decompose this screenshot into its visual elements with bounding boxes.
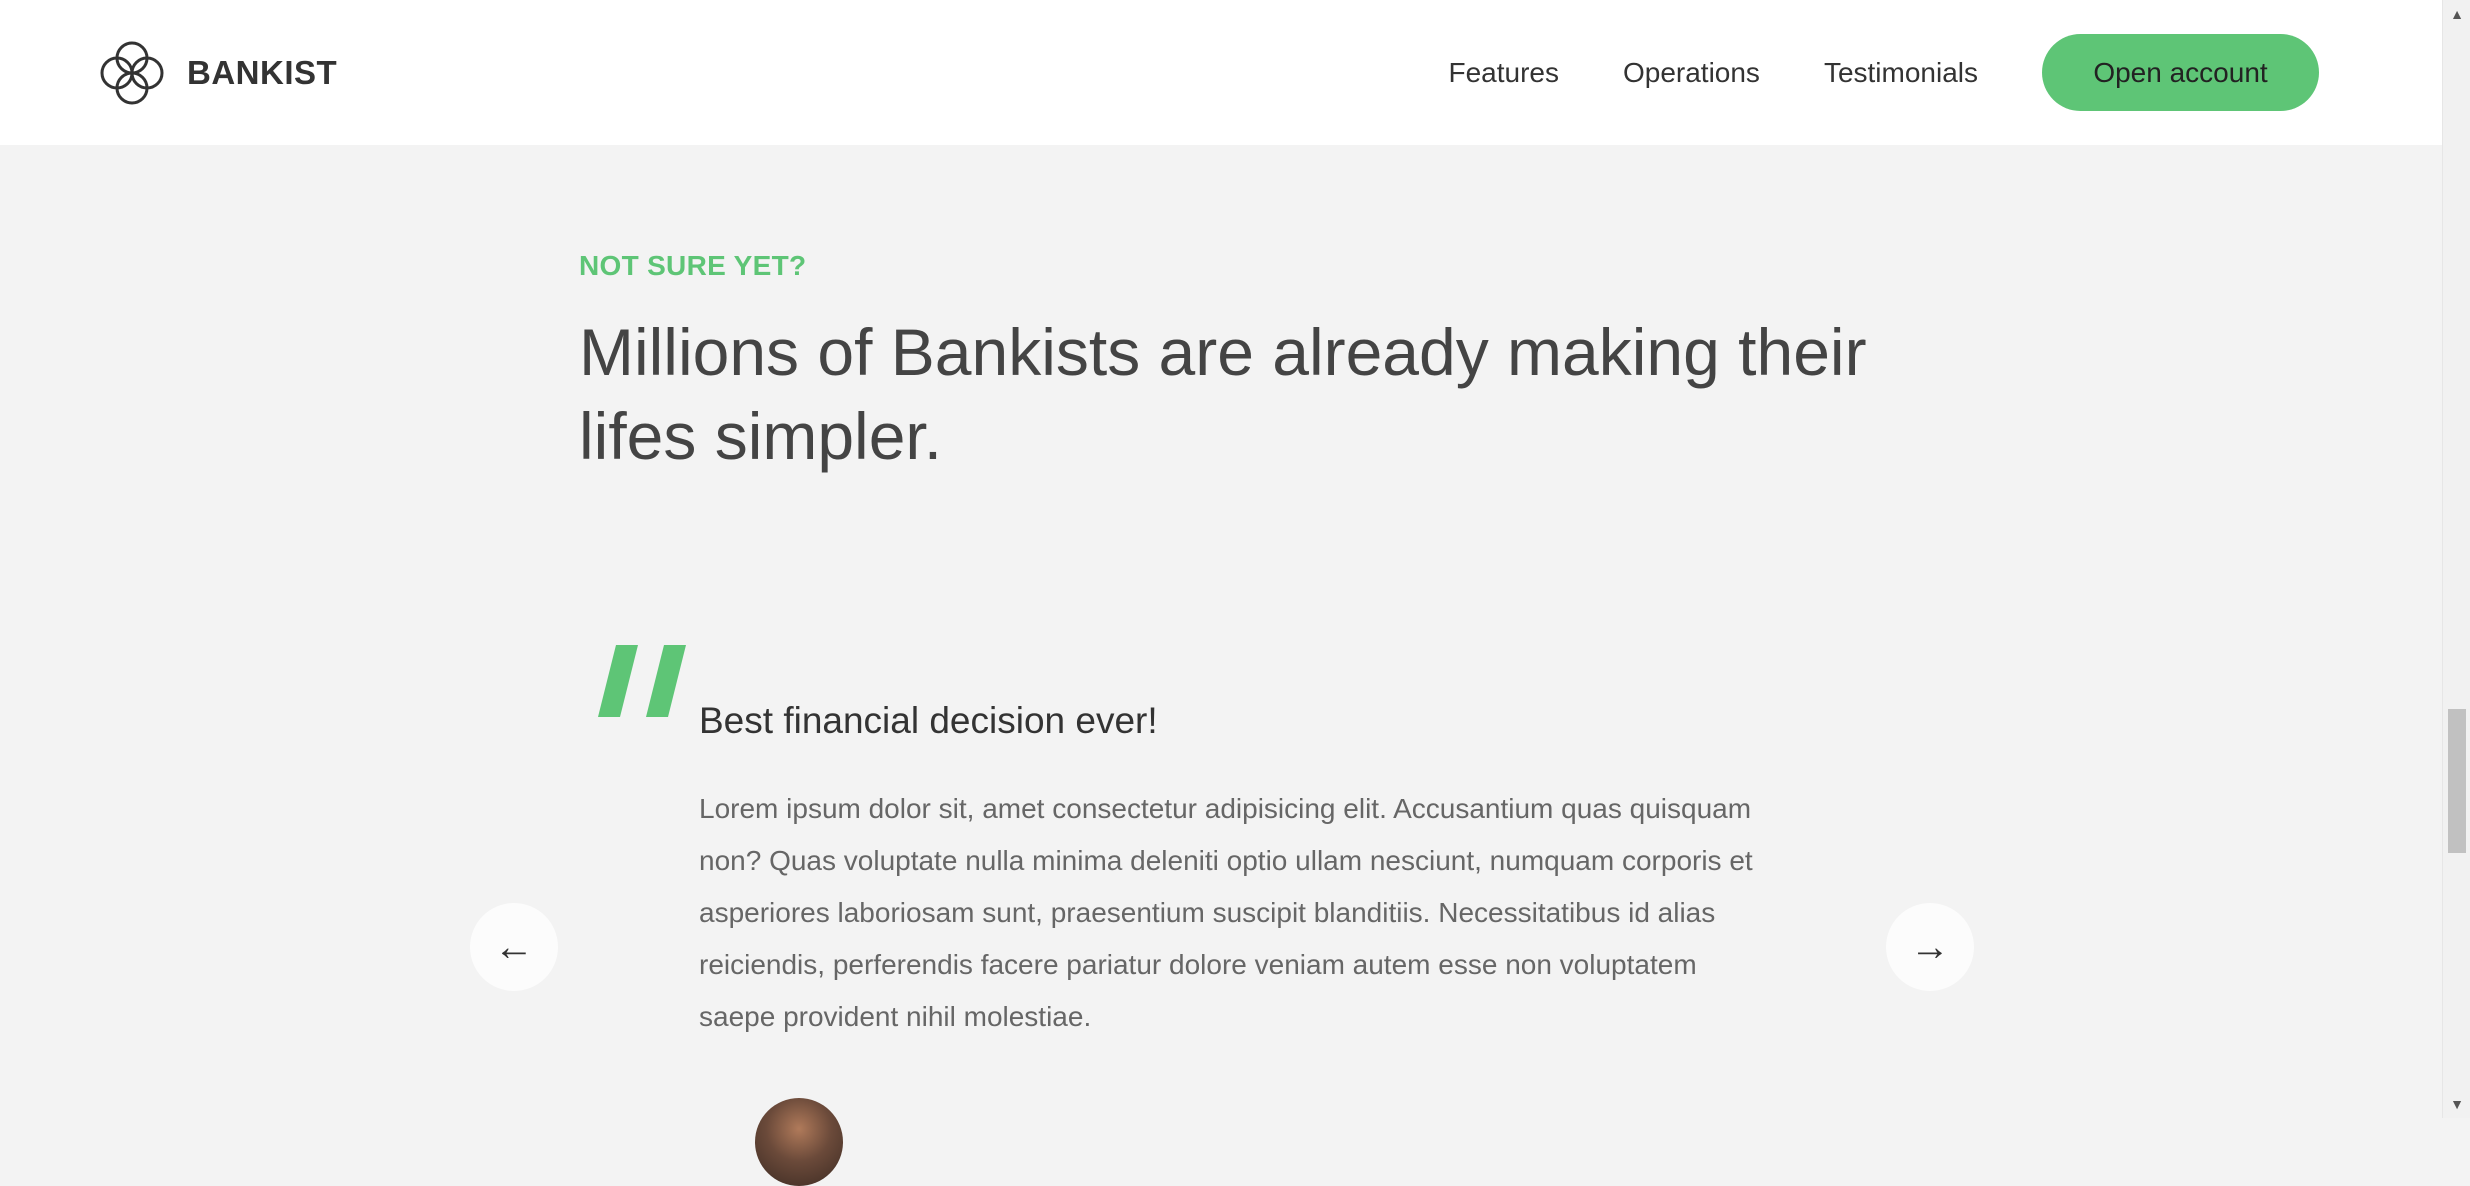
quote-icon	[598, 645, 686, 717]
nav-link-features[interactable]: Features	[1448, 57, 1559, 89]
top-navigation: BANKIST Features Operations Testimonials…	[0, 0, 2442, 145]
logo-icon	[100, 41, 164, 104]
slider-next-button[interactable]: →	[1886, 903, 1974, 991]
testimonial-text: Lorem ipsum dolor sit, amet consectetur …	[699, 793, 1753, 1032]
scroll-up-icon[interactable]: ▲	[2443, 0, 2470, 28]
testimonial-header: Best financial decision ever!	[699, 700, 1158, 741]
arrow-right-icon: →	[1910, 924, 1950, 969]
logo-text: BANKIST	[187, 53, 338, 91]
arrow-left-icon: ←	[494, 924, 534, 969]
nav-links: Features Operations Testimonials Open ac…	[1448, 34, 2319, 111]
logo[interactable]: BANKIST	[95, 36, 337, 110]
scrollbar-thumb[interactable]	[2448, 709, 2466, 853]
slider-prev-button[interactable]: ←	[470, 903, 558, 991]
section-title: Millions of Bankists are already making …	[579, 315, 1867, 473]
nav-link-testimonials[interactable]: Testimonials	[1824, 57, 1978, 89]
testimonial-avatar	[755, 1098, 843, 1186]
scroll-down-icon[interactable]: ▼	[2443, 1090, 2470, 1118]
open-account-button[interactable]: Open account	[2042, 34, 2319, 111]
nav-link-operations[interactable]: Operations	[1623, 57, 1760, 89]
section-description: NOT SURE YET?	[579, 250, 807, 281]
vertical-scrollbar[interactable]: ▲ ▼	[2442, 0, 2470, 1118]
